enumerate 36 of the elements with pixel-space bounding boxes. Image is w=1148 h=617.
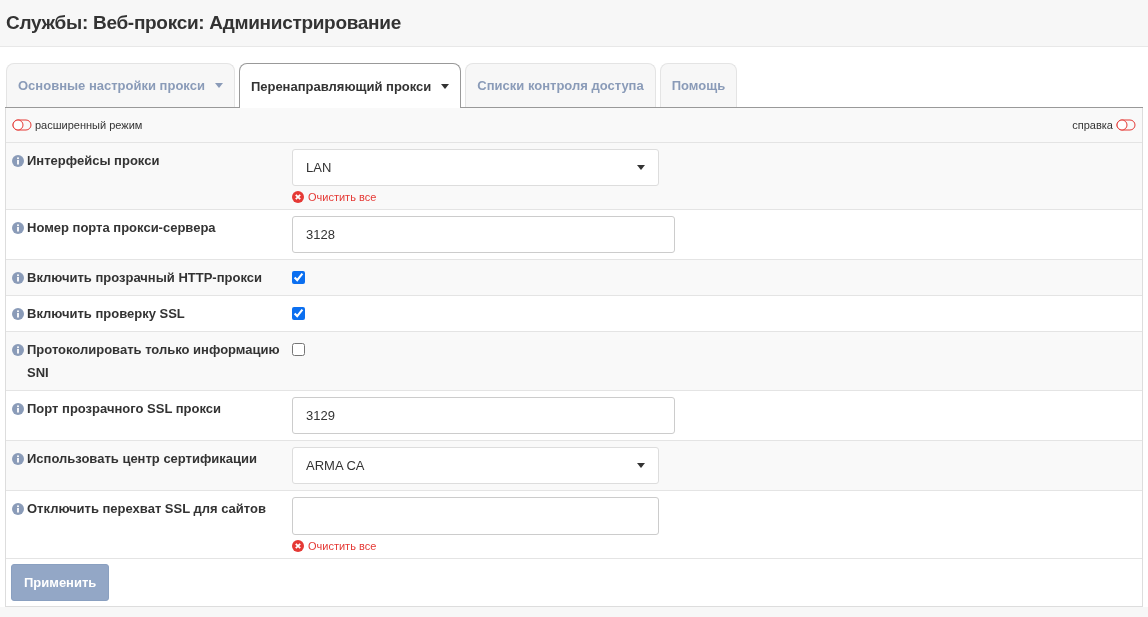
- toggle-icon[interactable]: [1116, 119, 1136, 131]
- info-icon[interactable]: [12, 308, 24, 320]
- field-label: Использовать центр сертификации: [27, 450, 259, 468]
- info-icon[interactable]: [12, 222, 24, 234]
- help-label[interactable]: справка: [1072, 119, 1113, 131]
- clear-all-link[interactable]: Очистить все: [292, 191, 659, 203]
- remove-icon: [292, 191, 304, 203]
- field-label: Номер порта прокси-сервера: [27, 219, 217, 237]
- field-label: Порт прозрачного SSL прокси: [27, 400, 222, 418]
- checkbox[interactable]: [292, 307, 305, 320]
- field-label: Протоколировать только информацию SNI: [27, 341, 281, 382]
- checkbox[interactable]: [292, 271, 305, 284]
- input-field[interactable]: 3128: [292, 216, 675, 253]
- info-icon[interactable]: [12, 403, 24, 415]
- info-icon[interactable]: [12, 453, 24, 465]
- remove-icon: [292, 540, 304, 552]
- field-label: Интерфейсы прокси: [27, 152, 161, 170]
- page-title: Службы: Веб-прокси: Администрирование: [6, 12, 401, 34]
- select-dropdown[interactable]: LAN: [292, 149, 659, 186]
- checkbox[interactable]: [292, 343, 305, 356]
- tab[interactable]: Перенаправляющий прокси: [238, 63, 462, 108]
- field-label: Включить прозрачный HTTP-прокси: [27, 269, 263, 287]
- toggle-icon[interactable]: [12, 119, 32, 131]
- input-field[interactable]: 3129: [292, 397, 675, 434]
- caret-icon: [637, 463, 645, 468]
- clear-all-link[interactable]: Очистить все: [292, 540, 659, 552]
- field-label: Включить проверку SSL: [27, 305, 186, 323]
- select-dropdown[interactable]: ARMA CA: [292, 447, 659, 484]
- caret-icon: [637, 165, 645, 170]
- info-icon[interactable]: [12, 344, 24, 356]
- info-icon[interactable]: [12, 503, 24, 515]
- info-icon[interactable]: [12, 272, 24, 284]
- info-icon[interactable]: [12, 155, 24, 167]
- advanced-mode-label[interactable]: расширенный режим: [35, 119, 143, 131]
- field-label: Отключить перехват SSL для сайтов: [27, 500, 267, 518]
- tags-input-field[interactable]: [292, 497, 659, 535]
